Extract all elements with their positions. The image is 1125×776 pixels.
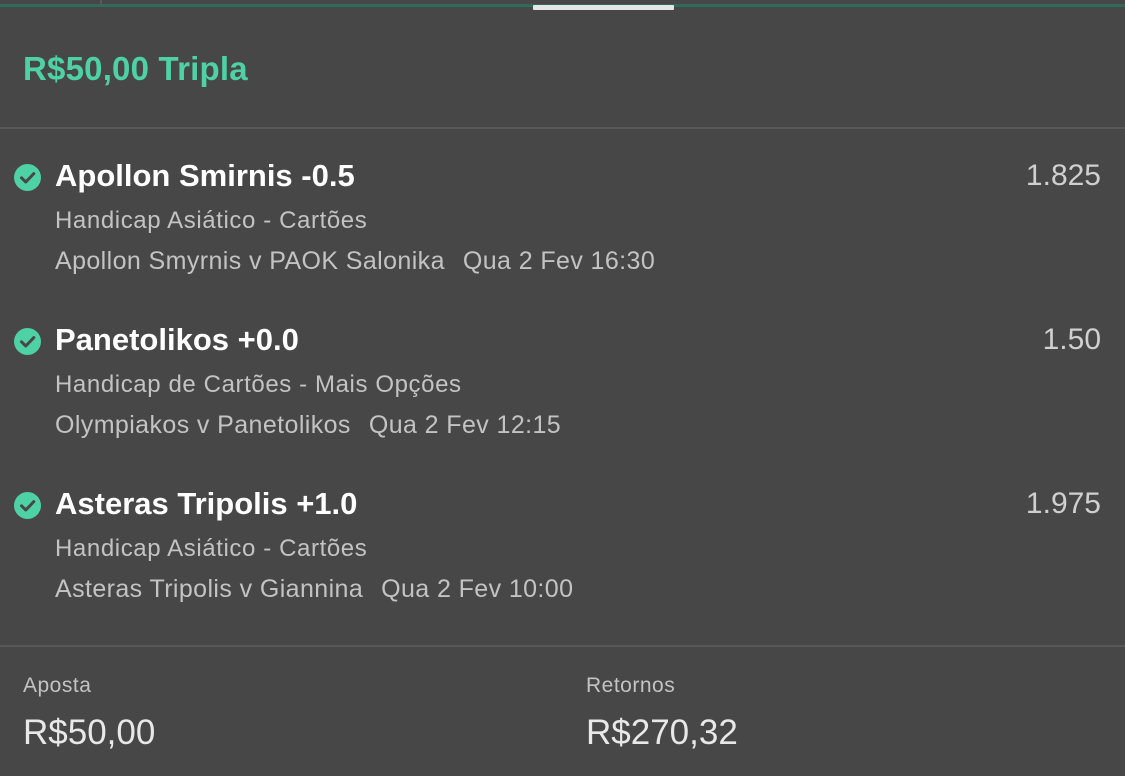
selection-time: Qua 2 Fev 16:30 <box>462 247 656 275</box>
selection-event-line: Apollon Smyrnis v PAOK Salonika Qua 2 Fev… <box>55 247 655 276</box>
stake-value: R$50,00 <box>23 713 156 752</box>
selection-name: Panetolikos +0.0 <box>55 322 299 357</box>
selection-event-line: Asteras Tripolis v Giannina Qua 2 Fev 10:… <box>55 575 573 604</box>
selection-event-line: Olympiakos v Panetolikos Qua 2 Fev 12:15 <box>55 411 561 440</box>
selection-event: Apollon Smyrnis v PAOK Salonika <box>55 247 445 275</box>
check-circle-icon <box>14 492 41 519</box>
active-tab-indicator[interactable] <box>533 5 674 10</box>
bet-summary: Aposta R$50,00 Retornos R$270,32 <box>0 647 1125 776</box>
bet-receipt: R$50,00 Tripla Apollon Smirnis -0.5 1.82… <box>0 0 1125 776</box>
selection-name: Asteras Tripolis +1.0 <box>55 486 358 521</box>
selection-market: Handicap Asiático - Cartões <box>55 207 368 234</box>
returns-label: Retornos <box>586 674 676 697</box>
selection-time: Qua 2 Fev 12:15 <box>368 411 562 439</box>
selection-event: Asteras Tripolis v Giannina <box>55 575 364 603</box>
stake-label: Aposta <box>23 674 92 697</box>
selection-item: Panetolikos +0.0 1.50 Handicap de Cartõe… <box>0 322 1125 472</box>
selection-odds: 1.50 <box>1042 323 1101 356</box>
selection-market: Handicap Asiático - Cartões <box>55 535 368 562</box>
returns-value: R$270,32 <box>586 713 738 752</box>
selection-odds: 1.825 <box>1025 159 1101 192</box>
bet-title: R$50,00 Tripla <box>23 50 248 87</box>
check-circle-icon <box>14 328 41 355</box>
selection-name: Apollon Smirnis -0.5 <box>55 158 355 193</box>
tab-separator <box>100 0 102 6</box>
check-circle-icon <box>14 164 41 191</box>
selection-event: Olympiakos v Panetolikos <box>55 411 351 439</box>
selection-odds: 1.975 <box>1025 487 1101 520</box>
selection-item: Apollon Smirnis -0.5 1.825 Handicap Asiá… <box>0 158 1125 308</box>
selection-time: Qua 2 Fev 10:00 <box>381 575 574 603</box>
selection-market: Handicap de Cartões - Mais Opções <box>55 371 462 398</box>
tab-strip <box>0 0 1125 12</box>
header-divider <box>0 127 1125 129</box>
selection-item: Asteras Tripolis +1.0 1.975 Handicap Asi… <box>0 486 1125 636</box>
bet-header: R$50,00 Tripla <box>0 12 1125 128</box>
